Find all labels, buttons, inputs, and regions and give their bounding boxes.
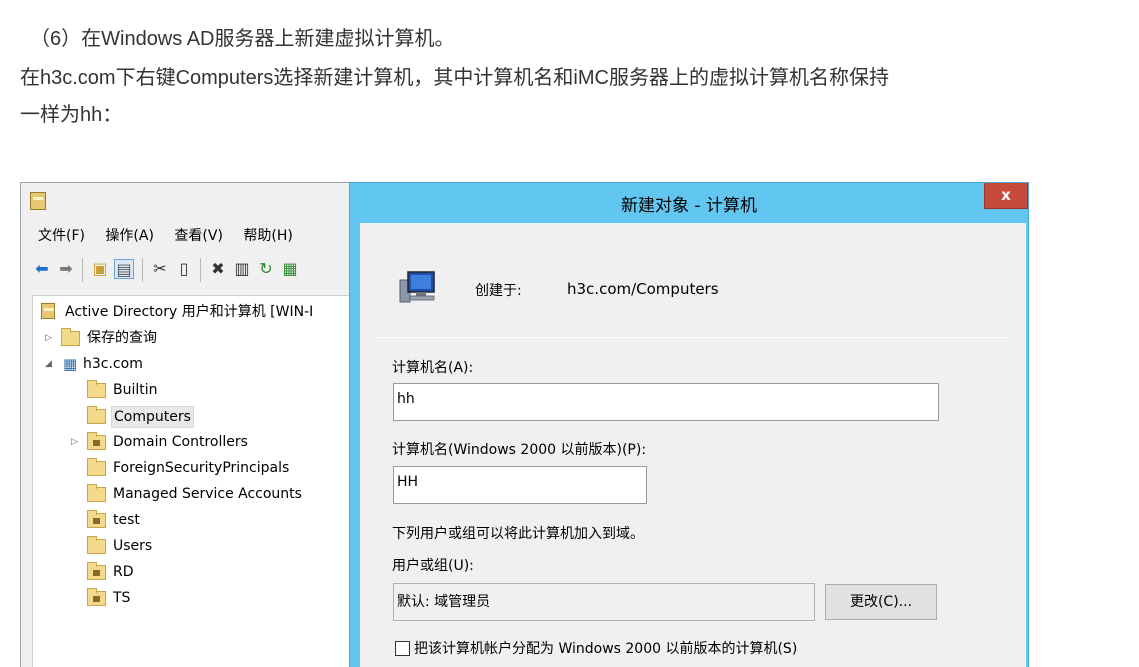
copy-icon[interactable]: ▯: [174, 259, 194, 279]
pre2000-computer-checkbox-label[interactable]: 把该计算机帐户分配为 Windows 2000 以前版本的计算机(S): [414, 638, 797, 658]
doc-instruction-line-1: 在h3c.com下右键Computers选择新建计算机，其中计算机名和iMC服务…: [20, 67, 889, 89]
folder-icon: [87, 458, 106, 476]
up-folder-icon[interactable]: ▣: [90, 259, 110, 279]
mmc-title-bar: [21, 183, 351, 219]
show-hide-tree-icon[interactable]: ▤: [114, 259, 134, 279]
expand-arrow-icon[interactable]: ▷: [45, 328, 52, 348]
user-group-field: 默认: 域管理员: [393, 583, 815, 621]
computer-icon: [399, 271, 435, 303]
computer-name-input[interactable]: hh: [393, 383, 939, 421]
mmc-app-icon: [30, 192, 46, 210]
ou-folder-icon: [87, 432, 106, 450]
ad-snapin-icon: [41, 303, 55, 319]
separator: [378, 337, 1006, 338]
new-computer-dialog: 新建对象 - 计算机 x 创建于: h3c.com/Computers 计算机名…: [349, 182, 1029, 667]
menu-action[interactable]: 操作(A): [105, 228, 154, 244]
ou-folder-icon: [87, 562, 106, 580]
pre2000-name-label: 计算机名(Windows 2000 以前版本)(P):: [392, 442, 647, 458]
doc-instruction-line-2: 一样为hh：: [20, 104, 123, 126]
created-in-label: 创建于:: [475, 283, 522, 299]
menu-file[interactable]: 文件(F): [38, 228, 85, 244]
dialog-title: 新建对象 - 计算机: [621, 196, 757, 216]
dialog-body: 创建于: h3c.com/Computers 计算机名(A): hh 计算机名(…: [360, 223, 1026, 667]
toolbar-separator: [82, 258, 83, 282]
cut-icon[interactable]: ✂: [150, 259, 170, 279]
pre2000-name-input[interactable]: HH: [393, 466, 647, 504]
collapse-arrow-icon[interactable]: ◢: [45, 354, 52, 374]
folder-icon: [87, 380, 106, 398]
folder-icon: [87, 406, 106, 424]
toolbar-separator: [142, 258, 143, 282]
menu-help[interactable]: 帮助(H): [243, 228, 292, 244]
ad-users-computers-window: 文件(F) 操作(A) 查看(V) 帮助(H) ⬅ ➡ ▣ ▤ ✂ ▯ ✖ ▥ …: [20, 182, 352, 667]
menu-view[interactable]: 查看(V): [174, 228, 223, 244]
join-domain-text: 下列用户或组可以将此计算机加入到域。: [392, 526, 644, 542]
ou-folder-icon: [87, 510, 106, 528]
navigation-tree: Active Directory 用户和计算机 [WIN-I ▷ 保存的查询 ◢…: [32, 295, 351, 667]
created-in-value: h3c.com/Computers: [567, 280, 719, 298]
delete-icon[interactable]: ✖: [208, 259, 228, 279]
expand-arrow-icon[interactable]: ▷: [71, 432, 78, 452]
export-icon[interactable]: ▦: [280, 259, 300, 279]
ou-folder-icon: [87, 588, 106, 606]
domain-icon: ▦: [63, 355, 78, 373]
computer-name-label: 计算机名(A):: [392, 360, 474, 376]
pre2000-computer-checkbox[interactable]: [395, 641, 410, 656]
close-button[interactable]: x: [984, 183, 1028, 209]
folder-icon: [61, 328, 80, 346]
folder-icon: [87, 484, 106, 502]
properties-icon[interactable]: ▥: [232, 259, 252, 279]
doc-step-heading: （6）在Windows AD服务器上新建虚拟计算机。: [30, 28, 455, 50]
back-icon[interactable]: ⬅: [32, 259, 52, 279]
user-group-label: 用户或组(U):: [392, 558, 474, 574]
mmc-toolbar: ⬅ ➡ ▣ ▤ ✂ ▯ ✖ ▥ ↻ ▦: [30, 255, 351, 285]
folder-icon: [87, 536, 106, 554]
refresh-icon[interactable]: ↻: [256, 259, 276, 279]
forward-icon[interactable]: ➡: [56, 259, 76, 279]
mmc-menu-bar: 文件(F) 操作(A) 查看(V) 帮助(H): [38, 225, 309, 245]
toolbar-separator: [200, 258, 201, 282]
change-button[interactable]: 更改(C)...: [825, 584, 937, 620]
